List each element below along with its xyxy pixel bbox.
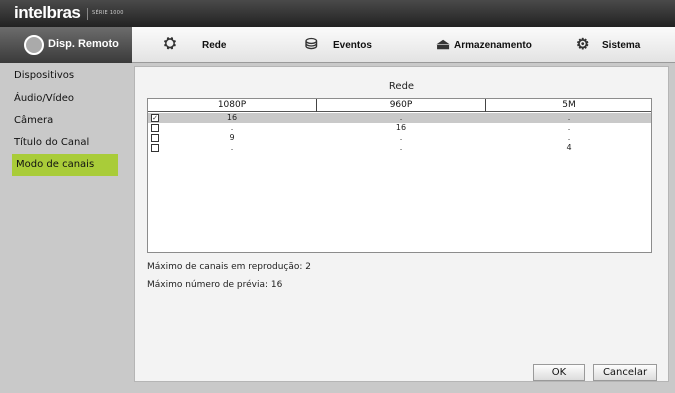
menu-tab-storage[interactable]: ⏏ Armazenamento [436, 27, 566, 63]
ok-button[interactable]: OK [533, 364, 585, 381]
table-cell: 16 [395, 123, 407, 132]
info-max-preview: Máximo número de prévia: 16 [147, 280, 283, 290]
table-row[interactable]: ✓ 16 . . [148, 113, 651, 123]
menu-tab-label: Armazenamento [454, 40, 532, 51]
table-header: 1080P 960P 5M [148, 99, 651, 112]
brand-divider [87, 8, 88, 20]
table-cell: . [567, 133, 571, 142]
table-cell: . [567, 113, 571, 122]
menu-tab-label: Rede [202, 40, 227, 51]
column-header: 960P [389, 100, 413, 110]
table-cell: 16 [226, 113, 238, 122]
table-row[interactable]: . . 4 [148, 143, 651, 153]
table-cell: . [399, 143, 403, 152]
table-cell: 9 [229, 133, 235, 142]
content-panel: Rede 1080P 960P 5M ✓ 16 . . . 16 . 9 . . [134, 66, 669, 382]
series-label: SÉRIE 1000 [92, 10, 124, 16]
sidebar-item-audio-video[interactable]: Áudio/Vídeo [10, 88, 116, 110]
table-cell: . [230, 123, 234, 132]
storage-icon: ⏏ [436, 36, 451, 53]
table-row[interactable]: 9 . . [148, 133, 651, 143]
menu-tab-system[interactable]: ⚙ Sistema [576, 27, 671, 63]
table-cell: 4 [566, 143, 572, 152]
column-header: 5M [562, 100, 576, 110]
panel-title: Rede [388, 81, 415, 92]
table-cell: . [230, 143, 234, 152]
main-menu: Disp. Remoto ⛭ Rede ⛁ Eventos ⏏ Armazena… [0, 27, 675, 63]
channel-mode-table: 1080P 960P 5M ✓ 16 . . . 16 . 9 . . . . [147, 98, 652, 253]
events-icon: ⛁ [305, 36, 318, 53]
sidebar: Dispositivos Áudio/Vídeo Câmera Título d… [6, 65, 118, 390]
sidebar-item-devices[interactable]: Dispositivos [10, 65, 116, 87]
table-cell: . [567, 123, 571, 132]
info-max-playback-channels: Máximo de canais em reprodução: 2 [147, 262, 312, 272]
sidebar-item-channel-title[interactable]: Título do Canal [10, 132, 116, 154]
remote-device-icon [24, 35, 44, 55]
menu-tab-network[interactable]: ⛭ Rede [160, 27, 270, 63]
menu-tab-label: Sistema [602, 40, 641, 51]
sidebar-item-camera[interactable]: Câmera [10, 110, 116, 132]
menu-tab-remote-device[interactable]: Disp. Remoto [0, 27, 132, 63]
menu-tab-label: Disp. Remoto [48, 38, 119, 50]
table-cell: . [399, 113, 403, 122]
gears-icon: ⚙ [576, 36, 590, 53]
table-cell: . [399, 133, 403, 142]
menu-tab-label: Eventos [333, 40, 372, 51]
sidebar-item-channel-mode[interactable]: Modo de canais [12, 154, 118, 176]
table-row[interactable]: . 16 . [148, 123, 651, 133]
brand-logo: intelbras [14, 3, 81, 22]
cancel-button[interactable]: Cancelar [593, 364, 657, 381]
menu-tab-events[interactable]: ⛁ Eventos [303, 27, 413, 63]
title-bar: intelbras SÉRIE 1000 [0, 0, 675, 27]
network-icon: ⛭ [164, 35, 177, 52]
column-header: 1080P [217, 100, 247, 110]
